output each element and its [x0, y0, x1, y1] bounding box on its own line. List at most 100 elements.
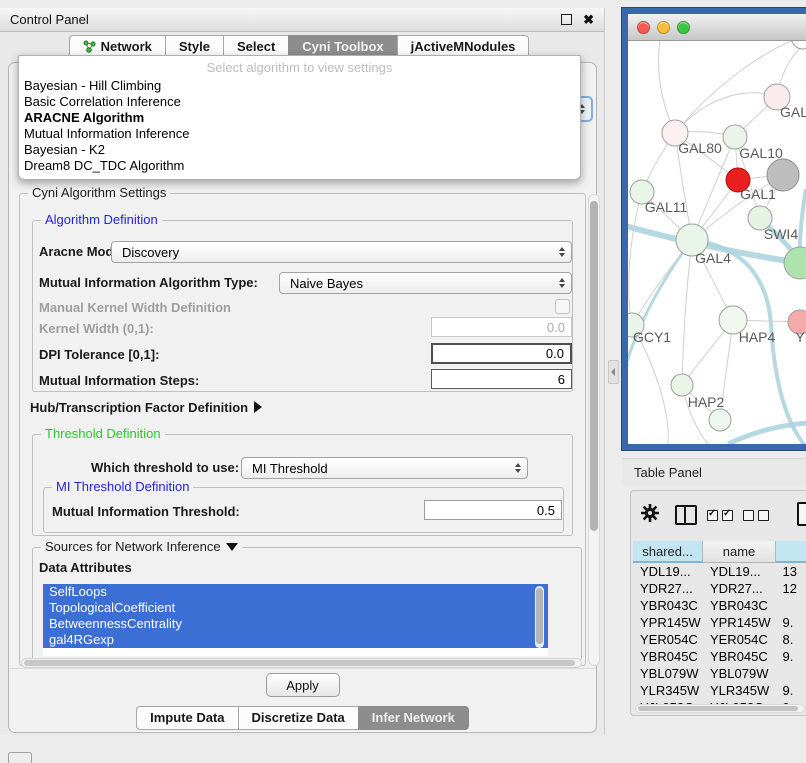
tab-infer-network[interactable]: Infer Network — [358, 706, 469, 730]
settings-vertical-scrollbar[interactable] — [588, 194, 600, 666]
network-edge[interactable] — [682, 240, 692, 385]
table-cell[interactable]: YBR045C — [633, 649, 703, 664]
column-header-name[interactable]: name — [703, 541, 776, 563]
table-row[interactable]: YBL079WYBL079W — [633, 665, 806, 682]
table-cell[interactable]: YPR145W — [633, 615, 703, 630]
table-cell[interactable]: YER054C — [703, 632, 776, 647]
select-all-icon[interactable] — [707, 510, 733, 521]
network-node-top-edge[interactable] — [791, 41, 806, 49]
attribute-list-item[interactable]: TopologicalCoefficient — [43, 600, 548, 616]
table-cell[interactable]: YBR043C — [703, 598, 776, 613]
network-window-titlebar[interactable] — [628, 14, 806, 41]
hub-definition-toggle[interactable]: Hub/Transcription Factor Definition — [30, 400, 262, 415]
close-light[interactable] — [637, 21, 650, 34]
mi-algorithm-type-combo[interactable]: Naive Bayes — [279, 272, 572, 294]
column-header-shared-name[interactable]: shared... — [633, 541, 703, 563]
table-cell[interactable]: YDL19... — [633, 564, 703, 579]
data-attributes-list[interactable]: SelfLoopsTopologicalCoefficientBetweenne… — [43, 584, 548, 656]
table-row[interactable]: YER054CYER054C8. — [633, 631, 806, 648]
split-view-icon[interactable] — [675, 505, 697, 525]
float-panel-icon[interactable] — [561, 14, 572, 25]
mi-steps-field[interactable]: 6 — [431, 369, 572, 389]
table-cell[interactable]: YDR27... — [633, 581, 703, 596]
table-cell[interactable]: YLR345W — [703, 683, 776, 698]
tab-label: jActiveMNodules — [411, 39, 516, 54]
minimize-light[interactable] — [657, 21, 670, 34]
network-node-label: GAL1 — [740, 186, 776, 202]
network-graph[interactable]: GALGAL80GAL10GAL1GAL11SWI4GAL4GCY1HAP4YH… — [628, 41, 806, 444]
algorithm-option[interactable]: ARACNE Algorithm — [19, 110, 580, 126]
table-cell[interactable]: YBR043C — [633, 598, 703, 613]
tab-discretize-data[interactable]: Discretize Data — [238, 706, 358, 730]
table-cell[interactable]: YER054C — [633, 632, 703, 647]
table-row[interactable]: YLR345WYLR345W9. — [633, 682, 806, 699]
table-cell[interactable]: YBL079W — [633, 666, 703, 681]
table-cell[interactable]: YLR345W — [633, 683, 703, 698]
algorithm-option[interactable]: Dream8 DC_TDC Algorithm — [19, 158, 580, 174]
dpi-tolerance-field[interactable]: 0.0 — [431, 343, 572, 364]
attribute-list-item[interactable]: SelfLoops — [43, 584, 548, 600]
algorithm-option[interactable]: Mutual Information Inference — [19, 126, 580, 142]
network-edge[interactable] — [675, 93, 777, 133]
table-row[interactable]: YBR043CYBR043C — [633, 597, 806, 614]
attribute-list-item[interactable]: BetweennessCentrality — [43, 616, 548, 632]
sources-title[interactable]: Sources for Network Inference — [41, 539, 242, 554]
tab-label: Network — [101, 39, 152, 54]
table-cell[interactable]: YDL19... — [703, 564, 776, 579]
algorithm-options: Bayesian - Hill ClimbingBasic Correlatio… — [19, 78, 580, 174]
deselect-all-icon[interactable] — [743, 510, 769, 521]
table-cell[interactable]: 9. — [776, 683, 806, 698]
algorithm-option[interactable]: Bayesian - Hill Climbing — [19, 78, 580, 94]
network-edge[interactable] — [629, 192, 642, 325]
table-cell[interactable]: YBR045C — [703, 649, 776, 664]
document-icon[interactable] — [797, 502, 806, 526]
table-cell[interactable]: YPR145W — [703, 615, 776, 630]
network-node-bottom-node[interactable] — [709, 409, 731, 431]
control-panel-title: Control Panel — [10, 12, 89, 27]
network-canvas[interactable]: GALGAL80GAL10GAL1GAL11SWI4GAL4GCY1HAP4YH… — [628, 41, 806, 444]
network-node-label: GAL80 — [678, 140, 722, 156]
table-cell[interactable]: 12 — [776, 581, 806, 596]
kernel-width-field[interactable]: 0.0 — [431, 317, 572, 337]
settings-horizontal-scrollbar[interactable] — [21, 658, 582, 668]
apply-button[interactable]: Apply — [266, 673, 340, 697]
table-cell[interactable]: 8. — [776, 632, 806, 647]
mi-steps-label: Mutual Information Steps: — [39, 373, 199, 388]
network-edge[interactable] — [628, 240, 692, 371]
attribute-list-scrollbar[interactable] — [535, 586, 544, 648]
which-threshold-label: Which threshold to use: — [91, 460, 239, 475]
table-cell[interactable]: YDR27... — [703, 581, 776, 596]
close-panel-icon[interactable]: ✖ — [583, 15, 594, 25]
table-body: YDL19...YDL19...13YDR27...YDR27...12YBR0… — [633, 563, 806, 704]
column-header-partial[interactable] — [776, 541, 806, 563]
table-horizontal-scrollbar[interactable] — [635, 704, 805, 713]
panel-resize-handle[interactable] — [608, 360, 619, 384]
network-node-right-green[interactable] — [784, 247, 806, 279]
table-row[interactable]: YDL19...YDL19...13 — [633, 563, 806, 580]
network-view-window: GALGAL80GAL10GAL1GAL11SWI4GAL4GCY1HAP4YH… — [622, 8, 806, 450]
attribute-list-item[interactable]: gal4RGexp — [43, 632, 548, 648]
network-node-grey-node[interactable] — [767, 159, 799, 191]
aracne-mode-combo[interactable]: Discovery — [111, 241, 572, 263]
table-cell[interactable]: 9. — [776, 649, 806, 664]
table-cell[interactable]: YBL079W — [703, 666, 776, 681]
table-row[interactable]: YDR27...YDR27...12 — [633, 580, 806, 597]
tab-label: Cyni Toolbox — [302, 39, 383, 54]
bottom-corner-button[interactable] — [8, 752, 32, 763]
tab-impute-data[interactable]: Impute Data — [136, 706, 237, 730]
mi-threshold-field[interactable]: 0.5 — [424, 500, 562, 520]
table-cell[interactable]: 13 — [776, 564, 806, 579]
table-header-row: shared... name — [633, 541, 806, 563]
which-threshold-combo[interactable]: MI Threshold — [241, 457, 528, 479]
algorithm-option[interactable]: Basic Correlation Inference — [19, 94, 580, 110]
table-cell[interactable]: 9. — [776, 615, 806, 630]
table-row[interactable]: YBR045CYBR045C9. — [633, 648, 806, 665]
table-row[interactable]: YPR145WYPR145W9. — [633, 614, 806, 631]
network-edge[interactable] — [659, 41, 675, 133]
zoom-light[interactable] — [677, 21, 690, 34]
network-node-hap2[interactable] — [671, 374, 693, 396]
settings-gear-icon[interactable] — [640, 503, 660, 528]
manual-kernel-checkbox[interactable] — [555, 299, 570, 314]
network-node-label: Y — [795, 329, 805, 345]
algorithm-option[interactable]: Bayesian - K2 — [19, 142, 580, 158]
